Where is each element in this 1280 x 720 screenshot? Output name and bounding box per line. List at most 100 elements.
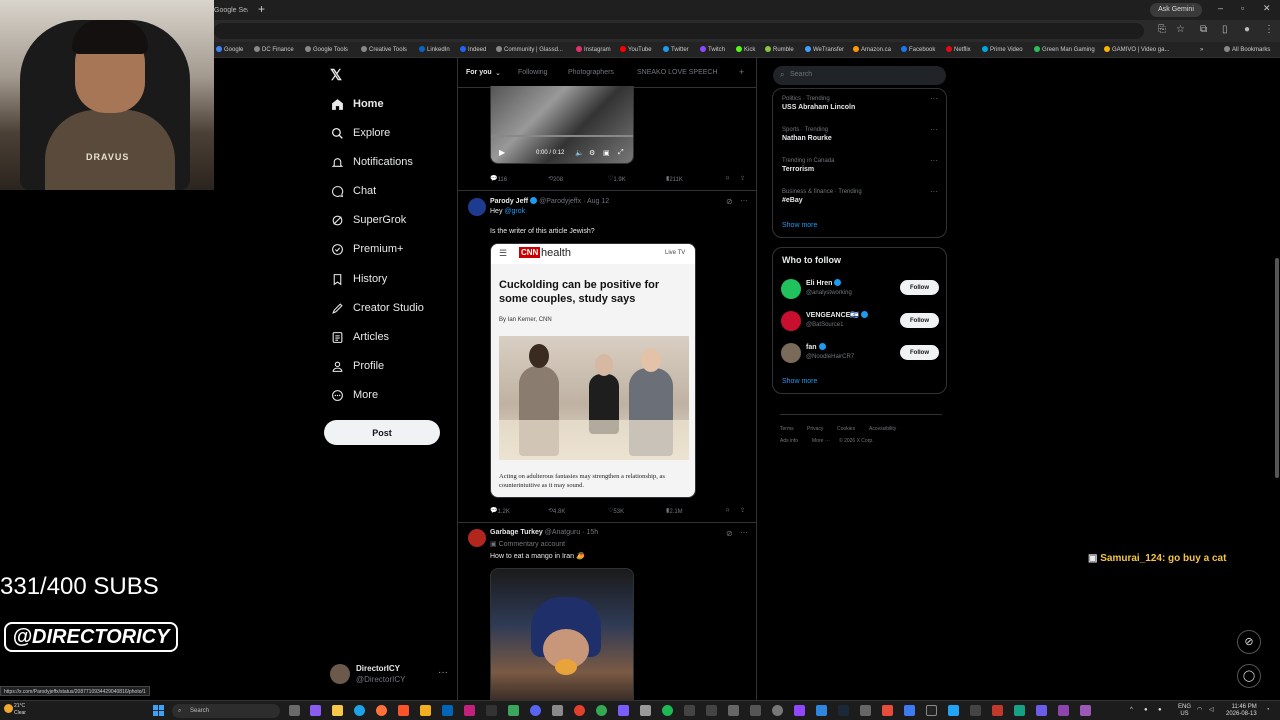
store-icon[interactable] xyxy=(442,705,453,716)
profile-avatar-icon[interactable]: ● xyxy=(1244,24,1250,35)
app-icon[interactable] xyxy=(464,705,475,716)
bookmark-netflix[interactable]: Netflix xyxy=(946,44,971,56)
trend-more-icon[interactable]: ··· xyxy=(930,156,938,165)
firefox-icon[interactable] xyxy=(376,705,387,716)
article-image[interactable]: ☰ CNN health Live TV Cuckolding can be p… xyxy=(490,243,696,498)
footer-ads-info[interactable]: Ads info xyxy=(780,438,798,444)
nav-home[interactable]: Home xyxy=(330,93,384,115)
brave-icon[interactable] xyxy=(398,705,409,716)
app-icon[interactable] xyxy=(882,705,893,716)
task-view-icon[interactable] xyxy=(289,705,300,716)
extensions-icon[interactable]: ⧉ xyxy=(1200,24,1207,35)
app-icon[interactable] xyxy=(508,705,519,716)
footer-privacy[interactable]: Privacy xyxy=(807,426,823,432)
share-icon[interactable]: ⇪ xyxy=(740,175,745,182)
app-icon[interactable] xyxy=(552,705,563,716)
video-player[interactable] xyxy=(490,568,634,700)
file-explorer-icon[interactable] xyxy=(332,705,343,716)
play-icon[interactable]: ▶ xyxy=(499,148,505,157)
tweet-more-icon[interactable]: ··· xyxy=(740,528,748,537)
bookmark-youtube[interactable]: YouTube xyxy=(620,44,652,56)
app-icon[interactable] xyxy=(1058,705,1069,716)
nav-articles[interactable]: Articles xyxy=(330,326,389,348)
views-button[interactable]: ▮ 2.1M xyxy=(666,507,683,515)
app-icon[interactable] xyxy=(1036,705,1047,716)
app-icon[interactable] xyxy=(486,705,497,716)
bookmark-rumble[interactable]: Rumble xyxy=(765,44,794,56)
edge-icon[interactable] xyxy=(354,705,365,716)
footer-cookies[interactable]: Cookies xyxy=(837,426,855,432)
folder-icon[interactable] xyxy=(420,705,431,716)
install-icon[interactable]: ⎘ xyxy=(1158,24,1166,35)
weather-widget[interactable]: 21°C Clear xyxy=(14,703,26,717)
trend-more-icon[interactable]: ··· xyxy=(930,94,938,103)
search-input[interactable]: ⌕ Search xyxy=(773,66,946,85)
steam-icon[interactable] xyxy=(838,705,849,716)
nav-profile[interactable]: Profile xyxy=(330,355,384,377)
bookmark-icon[interactable]: ⌑ xyxy=(726,175,729,182)
video-progress[interactable] xyxy=(491,135,633,137)
tray-overflow-icon[interactable]: ^ xyxy=(1130,707,1133,714)
bookmark-green-man-gaming[interactable]: Green Man Gaming xyxy=(1034,44,1095,56)
fullscreen-icon[interactable]: ⤢ xyxy=(618,149,624,157)
bookmark-glassdoor[interactable]: Community | Glassd... xyxy=(496,44,563,56)
bookmark-twitch[interactable]: Twitch xyxy=(700,44,725,56)
nav-premium[interactable]: Premium+ xyxy=(330,238,403,260)
chevron-down-icon[interactable]: ⌄ xyxy=(495,69,501,77)
trend-more-icon[interactable]: ··· xyxy=(930,187,938,196)
bookmark-creative-tools[interactable]: Creative Tools xyxy=(361,44,407,56)
views-button[interactable]: ▮ 211K xyxy=(666,175,683,183)
volume-icon[interactable]: 🔈 xyxy=(575,149,584,157)
tray-icon[interactable]: ● xyxy=(1158,707,1162,714)
grok-explain-icon[interactable]: ⊘ xyxy=(726,197,733,206)
footer-terms[interactable]: Terms xyxy=(780,426,794,432)
language-indicator[interactable]: ENG US xyxy=(1178,704,1191,718)
page-scrollbar[interactable] xyxy=(1274,58,1280,700)
spotify-icon[interactable] xyxy=(662,705,673,716)
app-icon[interactable] xyxy=(728,705,739,716)
nav-notifications[interactable]: Notifications xyxy=(330,151,413,173)
bookmark-instagram[interactable]: Instagram xyxy=(576,44,611,56)
taskbar-search[interactable]: ⌕ Search xyxy=(172,704,280,718)
nav-history[interactable]: History xyxy=(330,268,387,290)
bookmark-facebook[interactable]: Facebook xyxy=(901,44,935,56)
like-button[interactable]: ♡ 53K xyxy=(608,507,624,515)
app-icon[interactable] xyxy=(640,705,651,716)
chrome-profile-icon[interactable] xyxy=(596,705,607,716)
maximize-icon[interactable]: ▫ xyxy=(1241,3,1244,13)
tab-following[interactable]: Following xyxy=(518,69,548,76)
grok-float-button[interactable]: ⊘ xyxy=(1237,630,1261,654)
like-button[interactable]: ♡ 1.9K xyxy=(608,175,626,183)
bookmark-dc-finance[interactable]: DC Finance xyxy=(254,44,294,56)
app-icon[interactable] xyxy=(970,705,981,716)
app-icon[interactable] xyxy=(750,705,761,716)
post-button[interactable]: Post xyxy=(324,420,440,445)
address-bar[interactable] xyxy=(214,23,1144,39)
account-switcher[interactable]: DirectorICY @DirectorICY ··· xyxy=(330,662,452,686)
trend-more-icon[interactable]: ··· xyxy=(930,125,938,134)
video-player[interactable]: ▶ 0:00 / 0:12 🔈 ⚙ ▣ ⤢ xyxy=(490,86,634,164)
bookmark-icon[interactable]: ⌑ xyxy=(726,507,729,514)
volume-icon[interactable]: ◁ xyxy=(1209,707,1214,714)
follow-button[interactable]: Follow xyxy=(900,280,939,295)
minimize-icon[interactable]: – xyxy=(1218,3,1223,13)
follow-button[interactable]: Follow xyxy=(900,313,939,328)
tweet-more-icon[interactable]: ··· xyxy=(740,196,748,205)
bookmark-gamivo[interactable]: GAMIVO | Video ga... xyxy=(1104,44,1169,56)
notifications-icon[interactable]: ◔ xyxy=(1266,707,1270,714)
app-icon[interactable] xyxy=(904,705,915,716)
bookmark-indeed[interactable]: Indeed xyxy=(460,44,486,56)
trends-show-more[interactable]: Show more xyxy=(782,222,817,229)
reply-button[interactable]: 💬 1.2K xyxy=(490,507,510,515)
app-icon[interactable] xyxy=(684,705,695,716)
windows-start-icon[interactable] xyxy=(153,705,164,716)
browser-tab[interactable]: Google Search xyxy=(214,3,248,19)
ask-gemini-button[interactable]: Ask Gemini xyxy=(1150,3,1202,17)
bookmark-twitter[interactable]: Twitter xyxy=(663,44,689,56)
repost-button[interactable]: ⟲ 4.8K xyxy=(548,507,565,515)
app-icon[interactable] xyxy=(992,705,1003,716)
bookmark-wetransfer[interactable]: WeTransfer xyxy=(805,44,844,56)
bookmark-star-icon[interactable]: ☆ xyxy=(1176,24,1185,35)
bookmark-kick[interactable]: Kick xyxy=(736,44,755,56)
app-icon[interactable] xyxy=(794,705,805,716)
